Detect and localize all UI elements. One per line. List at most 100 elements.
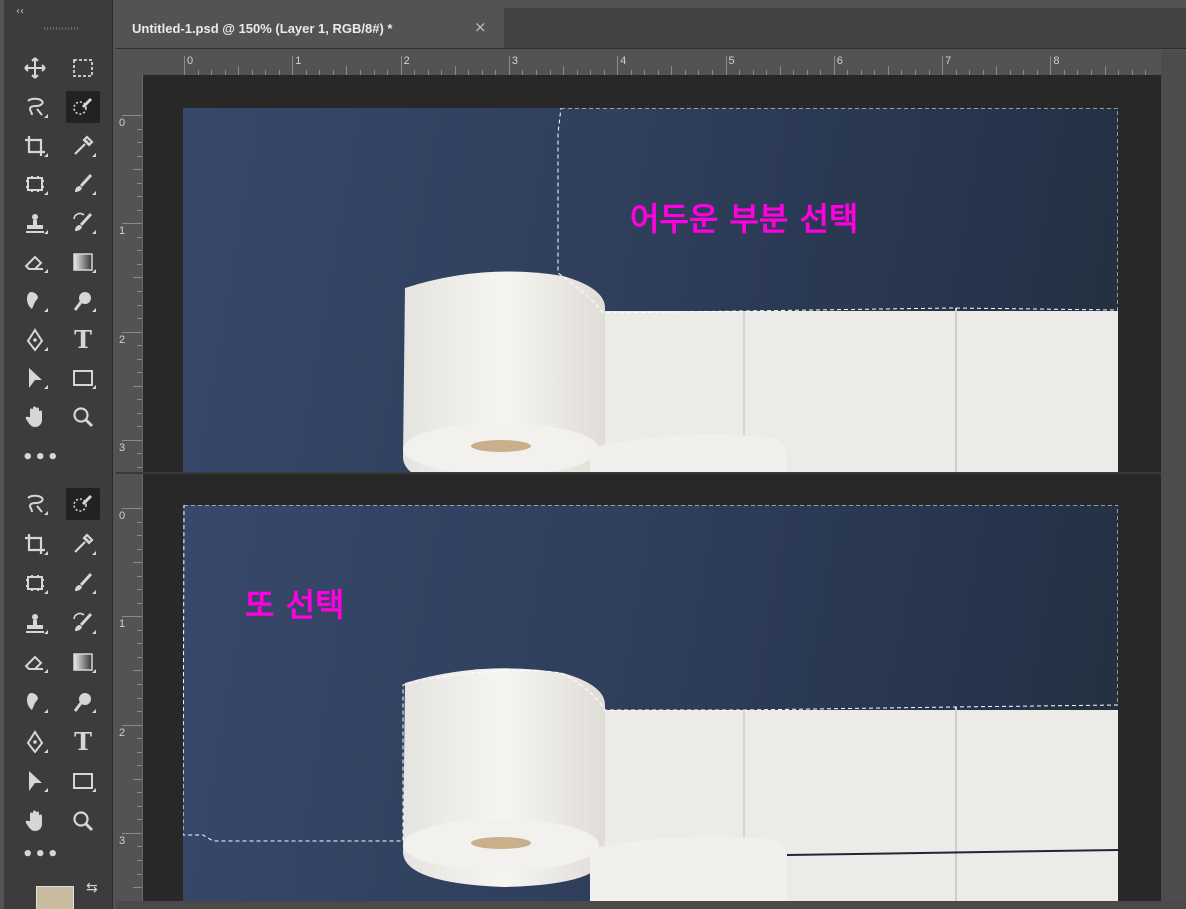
frame-tool-button[interactable]: [18, 567, 52, 599]
ruler-tick: [122, 508, 142, 509]
quick-selection-tool-icon: [73, 494, 93, 512]
ruler-minor-tick: [238, 66, 240, 75]
smudge-tool-button[interactable]: [18, 686, 52, 718]
vertical-ruler-second: 0 1 2 3: [116, 474, 143, 909]
ruler-minor-tick: [137, 263, 142, 265]
pen-tool-button[interactable]: [18, 324, 52, 356]
lasso-tool-button[interactable]: [18, 488, 52, 520]
foreground-color-swatch[interactable]: [36, 886, 74, 909]
document-tab-bar: Untitled-1.psd @ 150% (Layer 1, RGB/8#) …: [116, 8, 1186, 49]
dodge-tool-button[interactable]: [66, 686, 100, 718]
ruler-minor-tick: [137, 426, 142, 428]
type-tool-button[interactable]: T: [66, 726, 100, 758]
pen-tool-button[interactable]: [18, 726, 52, 758]
zoom-tool-button[interactable]: [66, 805, 100, 837]
annotation-dark-area: 어두운 부분 선택: [630, 200, 859, 238]
ruler-minor-tick: [133, 887, 142, 889]
frame-tool-button[interactable]: [18, 168, 52, 200]
photo-layer-second[interactable]: 또 선택: [183, 505, 1118, 909]
smudge-tool-button[interactable]: [18, 285, 52, 317]
lasso-tool-button[interactable]: [18, 91, 52, 123]
history-brush-tool-button[interactable]: [66, 207, 100, 239]
ruler-minor-tick: [137, 873, 142, 875]
quick-selection-tool-button[interactable]: [66, 488, 100, 520]
photo-layer[interactable]: 어두운 부분 선택: [183, 108, 1118, 472]
annotation-another-selection: 또 선택: [245, 586, 345, 624]
ruler-minor-tick: [137, 792, 142, 794]
hand-tool-icon: [25, 810, 42, 831]
ruler-minor-tick: [137, 535, 142, 537]
ruler-minor-tick: [137, 318, 142, 320]
hand-tool-button[interactable]: [18, 401, 52, 433]
ruler-minor-tick: [137, 859, 142, 861]
gradient-tool-button[interactable]: [66, 246, 100, 278]
type-tool-button[interactable]: T: [66, 324, 100, 356]
brush-tool-button[interactable]: [66, 567, 100, 599]
ruler-minor-tick: [563, 66, 565, 75]
tool-flyout-indicator: [92, 709, 96, 713]
zoom-tool-button[interactable]: [66, 401, 100, 433]
photo-scene-second: [183, 505, 1118, 909]
eraser-tool-button[interactable]: [18, 246, 52, 278]
canvas-area[interactable]: 어두운 부분 선택: [143, 75, 1161, 472]
ruler-minor-tick: [137, 466, 142, 468]
ruler-minor-tick: [996, 66, 998, 75]
history-brush-tool-button[interactable]: [66, 607, 100, 639]
tools-panel-second-body: T ••• ⇆: [4, 472, 113, 909]
eraser-tool-button[interactable]: [18, 646, 52, 678]
brush-tool-button[interactable]: [66, 168, 100, 200]
tool-flyout-indicator: [92, 385, 96, 390]
ruler-minor-tick: [779, 66, 781, 75]
eyedropper-tool-button[interactable]: [66, 528, 100, 560]
bottom-scrollbar[interactable]: [116, 901, 1186, 909]
ruler-minor-tick: [137, 196, 142, 198]
swap-colors-icon[interactable]: ⇆: [86, 880, 98, 896]
ruler-tick: [508, 56, 510, 75]
ruler-tick: [122, 223, 142, 225]
ruler-tick: [617, 56, 619, 75]
ruler-minor-tick: [137, 765, 142, 767]
marquee-tool-button[interactable]: [66, 52, 100, 84]
ruler-label: 4: [620, 55, 627, 67]
more-tools-button-second[interactable]: •••: [22, 844, 60, 865]
stamp-tool-button[interactable]: [18, 207, 52, 239]
ruler-label: 1: [295, 55, 302, 67]
ruler-tick: [122, 724, 142, 726]
ruler-minor-tick: [137, 399, 142, 401]
type-tool-icon: T: [74, 727, 92, 757]
quick-selection-tool-button[interactable]: [66, 90, 100, 123]
close-tab-icon[interactable]: ×: [474, 18, 487, 36]
crop-tool-button[interactable]: [18, 528, 52, 560]
crop-tool-button[interactable]: [18, 130, 52, 162]
ruler-minor-tick: [137, 643, 142, 645]
panel-grip[interactable]: [44, 27, 78, 30]
ruler-minor-tick: [133, 385, 142, 387]
rectangle-tool-button[interactable]: [66, 362, 100, 394]
hand-tool-button[interactable]: [18, 805, 52, 837]
tool-flyout-indicator: [92, 788, 96, 793]
gradient-tool-button[interactable]: [66, 646, 100, 678]
eyedropper-tool-button[interactable]: [66, 130, 100, 162]
path-selection-tool-button[interactable]: [18, 362, 52, 394]
ruler-tick: [400, 56, 402, 75]
ruler-minor-tick: [137, 751, 142, 753]
ruler-minor-tick: [137, 697, 142, 699]
dodge-tool-button[interactable]: [66, 285, 100, 317]
tool-flyout-indicator: [44, 152, 48, 157]
ruler-minor-tick: [137, 602, 142, 604]
rectangle-tool-button[interactable]: [66, 765, 100, 797]
path-selection-tool-button[interactable]: [18, 765, 52, 797]
more-tools-button[interactable]: •••: [22, 447, 60, 468]
ruler-label: 1: [119, 225, 126, 238]
ruler-label: 1: [119, 618, 126, 631]
paper-roll-second: [590, 836, 787, 909]
ruler-minor-tick: [137, 128, 142, 130]
tool-flyout-indicator: [92, 269, 96, 273]
canvas-area-second[interactable]: 또 선택: [143, 474, 1161, 909]
ruler-label: 3: [119, 441, 126, 454]
stamp-tool-button[interactable]: [18, 607, 52, 639]
ruler-label: 3: [511, 55, 519, 67]
collapse-panel-button[interactable]: ‹‹: [16, 7, 24, 17]
document-tab[interactable]: Untitled-1.psd @ 150% (Layer 1, RGB/8#) …: [116, 8, 504, 48]
move-tool-button[interactable]: [18, 52, 52, 84]
